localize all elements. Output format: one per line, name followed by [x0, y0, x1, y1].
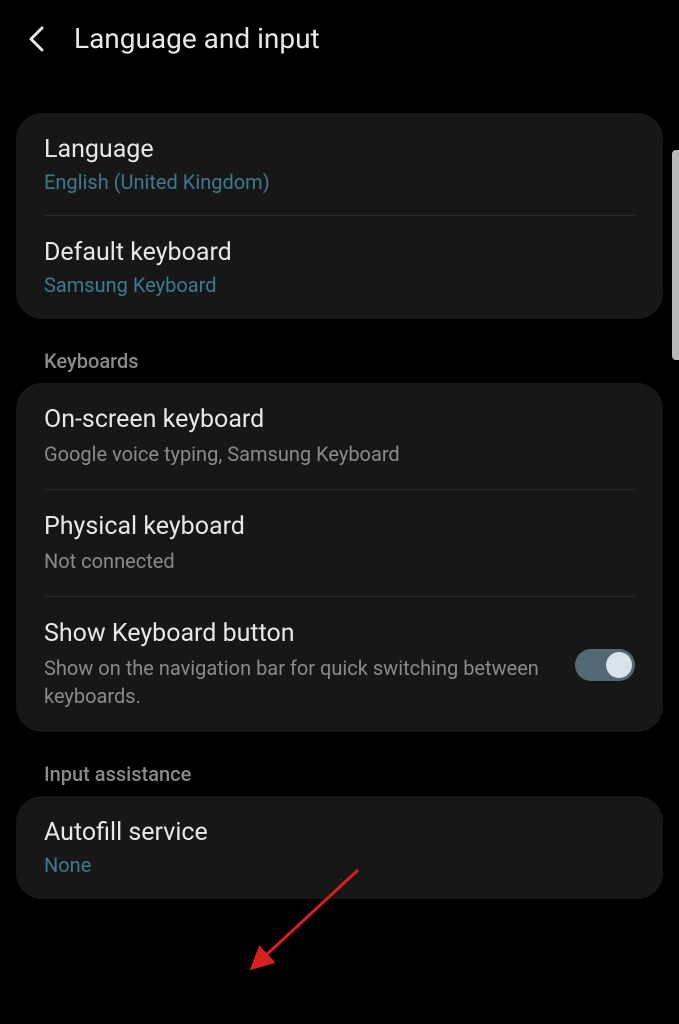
- item-value: None: [44, 853, 635, 877]
- item-value: Not connected: [44, 547, 635, 575]
- section-header-input-assistance: Input assistance: [16, 746, 663, 796]
- item-value: Samsung Keyboard: [44, 273, 635, 297]
- item-show-keyboard-button[interactable]: Show Keyboard button Show on the navigat…: [16, 597, 663, 732]
- item-title: Autofill service: [44, 818, 635, 847]
- item-value: English (United Kingdom): [44, 170, 635, 194]
- item-physical-keyboard[interactable]: Physical keyboard Not connected: [16, 490, 663, 597]
- page-title: Language and input: [74, 22, 320, 55]
- item-title: Language: [44, 135, 635, 164]
- item-default-keyboard[interactable]: Default keyboard Samsung Keyboard: [16, 216, 663, 319]
- group-keyboards: On-screen keyboard Google voice typing, …: [16, 383, 663, 732]
- item-description: Show on the navigation bar for quick swi…: [44, 654, 555, 710]
- item-title: Show Keyboard button: [44, 619, 555, 648]
- toggle-knob: [606, 652, 632, 678]
- item-language[interactable]: Language English (United Kingdom): [16, 113, 663, 216]
- item-autofill-service[interactable]: Autofill service None: [16, 796, 663, 899]
- toggle-show-keyboard-button[interactable]: [575, 649, 635, 681]
- section-header-keyboards: Keyboards: [16, 333, 663, 383]
- item-value: Google voice typing, Samsung Keyboard: [44, 440, 635, 468]
- page-header: Language and input: [0, 0, 679, 77]
- item-onscreen-keyboard[interactable]: On-screen keyboard Google voice typing, …: [16, 383, 663, 490]
- group-input-assistance: Autofill service None: [16, 796, 663, 899]
- item-title: Default keyboard: [44, 238, 635, 267]
- item-title: On-screen keyboard: [44, 405, 635, 434]
- back-icon[interactable]: [24, 27, 48, 51]
- item-title: Physical keyboard: [44, 512, 635, 541]
- group-general: Language English (United Kingdom) Defaul…: [16, 113, 663, 319]
- scrollbar[interactable]: [672, 150, 679, 360]
